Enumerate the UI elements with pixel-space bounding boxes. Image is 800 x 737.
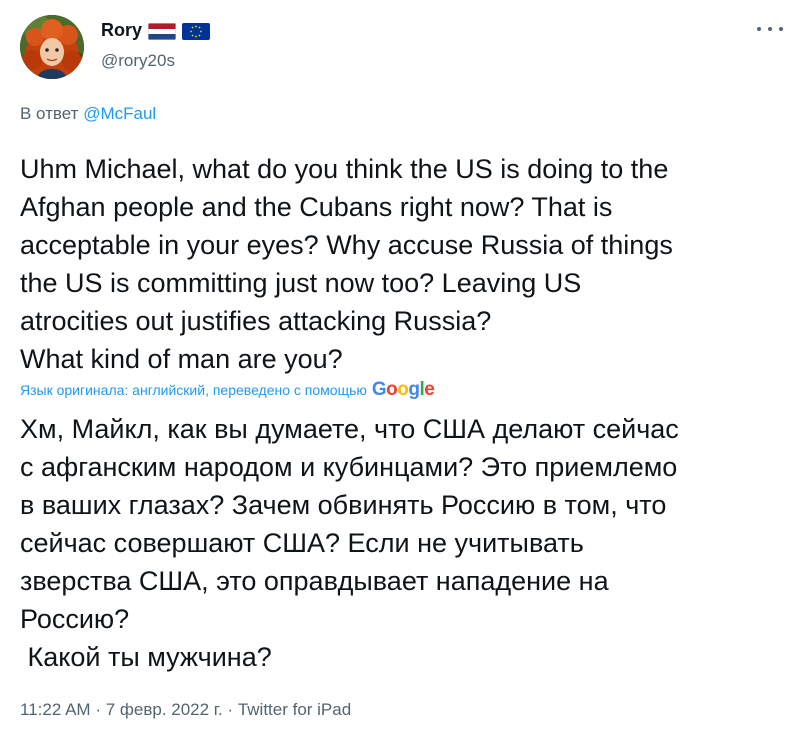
avatar[interactable]	[20, 15, 84, 79]
meta-separator: ·	[95, 700, 101, 719]
netherlands-flag-icon	[148, 23, 176, 40]
avatar-image	[20, 15, 84, 79]
author-flags	[148, 23, 210, 40]
translation-note[interactable]: Язык оригинала: английский, переведено с…	[20, 379, 435, 401]
author-name[interactable]: Rory	[101, 20, 142, 41]
translated-text: Хм, Майкл, как вы думаете, что США делаю…	[20, 410, 790, 676]
author-handle[interactable]: @rory20s	[101, 51, 175, 71]
translated-text-line: Россию?	[20, 604, 130, 634]
reply-prefix: В ответ	[20, 104, 79, 123]
reply-context: В ответ @McFaul	[20, 104, 156, 124]
tweet-time[interactable]: 11:22 AM	[20, 700, 91, 719]
tweet-text-line: What kind of man are you?	[20, 344, 343, 374]
eu-flag-icon	[182, 23, 210, 40]
translation-note-text: Язык оригинала: английский, переведено с…	[20, 382, 367, 398]
translated-text-line: Какой ты мужчина?	[20, 642, 272, 672]
meta-separator: ·	[227, 700, 234, 719]
more-options-icon[interactable]	[757, 24, 783, 34]
tweet-text: Uhm Michael, what do you think the US is…	[20, 150, 790, 378]
tweet-text-line: acceptable in your eyes? Why accuse Russ…	[20, 230, 673, 260]
translated-text-line: Хм, Майкл, как вы думаете, что США делаю…	[20, 414, 679, 444]
tweet-text-line: the US is committing just now too? Leavi…	[20, 268, 582, 298]
reply-mention-link[interactable]: @McFaul	[83, 104, 156, 123]
translated-text-line: с афганским народом и кубинцами? Это при…	[20, 452, 678, 482]
translated-text-line: сейчас совершают США? Если не учитывать	[20, 528, 584, 558]
tweet-meta: 11:22 AM · 7 февр. 2022 г. · Twitter for…	[20, 700, 351, 720]
translated-text-line: в ваших глазах? Зачем обвинять Россию в …	[20, 490, 667, 520]
google-logo: Google	[371, 379, 435, 400]
tweet-text-line: Afghan people and the Cubans right now? …	[20, 192, 613, 222]
tweet-text-line: Uhm Michael, what do you think the US is…	[20, 154, 669, 184]
translated-text-line: зверства США, это оправдывает нападение …	[20, 566, 609, 596]
tweet-text-line: atrocities out justifies attacking Russi…	[20, 306, 492, 336]
tweet-date[interactable]: 7 февр. 2022 г.	[106, 700, 223, 719]
tweet: Rory @rory20s В ответ @McFaul Uhm Michae…	[0, 0, 800, 737]
tweet-source-link[interactable]: Twitter for iPad	[238, 700, 351, 719]
